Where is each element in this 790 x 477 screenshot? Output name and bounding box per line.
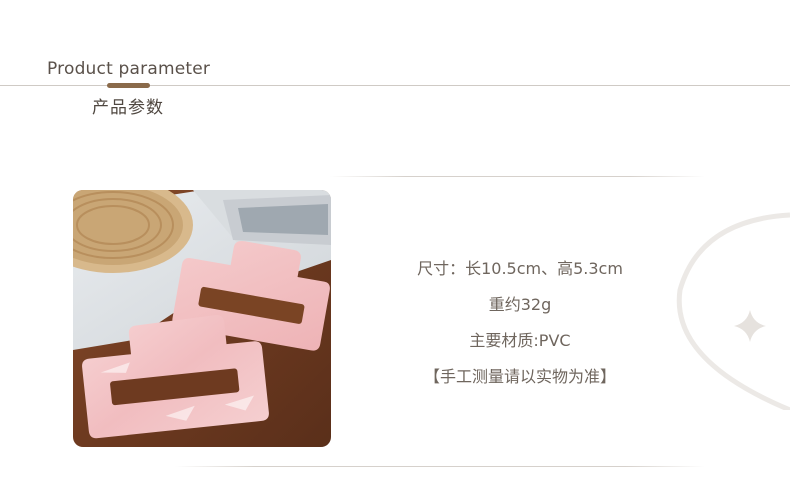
- title-accent-bar: [107, 83, 150, 88]
- spec-material: 主要材质:PVC: [469, 331, 571, 350]
- sparkle-icon: [734, 310, 766, 342]
- section-subtitle: 产品参数: [92, 98, 164, 118]
- divider-bottom: [175, 466, 705, 467]
- spec-dimensions: 尺寸：长10.5cm、高5.3cm: [417, 259, 623, 278]
- divider-top: [330, 176, 705, 177]
- spec-note: 【手工测量请以实物为准】: [423, 367, 616, 386]
- product-photo: [73, 190, 331, 447]
- spec-list: 尺寸：长10.5cm、高5.3cm 重约32g 主要材质:PVC 【手工测量请以…: [390, 255, 650, 399]
- section-title: Product parameter: [47, 59, 211, 79]
- spec-weight: 重约32g: [488, 295, 552, 314]
- decorative-arc: [670, 210, 790, 413]
